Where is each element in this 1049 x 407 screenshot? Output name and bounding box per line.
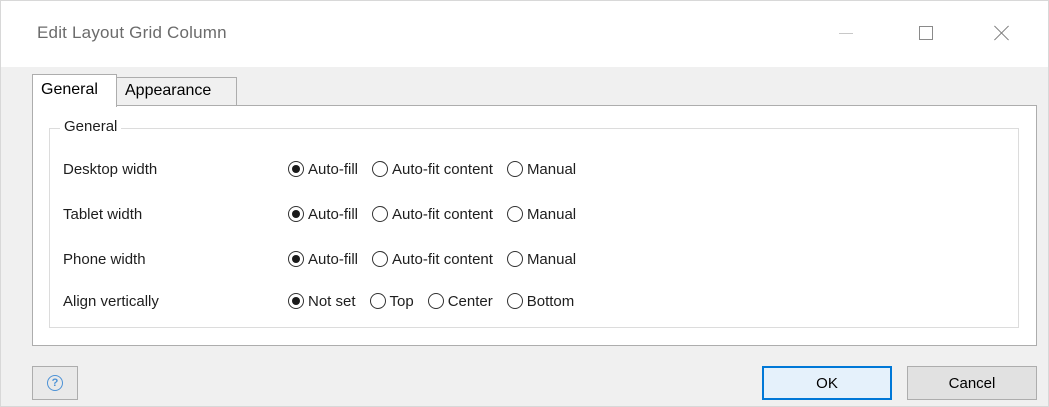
tab-panel-general: General Desktop width Auto-fill Auto-fit… (32, 105, 1037, 346)
radio-tablet-autofit[interactable] (372, 206, 389, 222)
groupbox-title: General (60, 118, 122, 135)
align-top-option[interactable]: Top (369, 292, 414, 310)
cancel-button[interactable]: Cancel (907, 366, 1037, 400)
tablet-autofill-option[interactable]: Auto-fill (288, 206, 358, 223)
desktop-width-label: Desktop width (63, 160, 158, 178)
radio-phone-manual[interactable] (506, 251, 523, 267)
dialog-window: Edit Layout Grid Column General Appearan… (0, 0, 1049, 407)
phone-manual-option[interactable]: Manual (506, 250, 577, 268)
desktop-autofit-option[interactable]: Auto-fit content (372, 161, 493, 178)
radio-desktop-autofill[interactable] (288, 161, 304, 177)
option-label: Manual (526, 250, 577, 268)
row-align-vertically: Align vertically Not set Top Center Bott… (63, 289, 588, 313)
option-label: Auto-fill (308, 160, 359, 178)
minimize-icon (839, 32, 853, 34)
option-label: Auto-fill (308, 250, 359, 268)
option-label: Auto-fit content (392, 160, 493, 178)
row-desktop-width: Desktop width Auto-fill Auto-fit content… (63, 157, 590, 181)
help-icon: ? (47, 375, 63, 391)
align-notset-option[interactable]: Not set (288, 293, 356, 310)
phone-autofit-option[interactable]: Auto-fit content (372, 251, 493, 268)
radio-align-center[interactable] (427, 293, 444, 309)
option-label: Bottom (526, 292, 575, 310)
radio-desktop-manual[interactable] (506, 161, 523, 177)
radio-desktop-autofit[interactable] (372, 161, 389, 177)
radio-align-bottom[interactable] (506, 293, 523, 309)
option-label: Center (447, 292, 493, 310)
option-label: Manual (526, 160, 577, 178)
tablet-width-label: Tablet width (63, 205, 143, 223)
radio-align-notset[interactable] (288, 293, 304, 309)
tab-general[interactable]: General (32, 74, 117, 107)
close-icon (994, 25, 1010, 41)
radio-tablet-manual[interactable] (506, 206, 523, 222)
ok-button[interactable]: OK (762, 366, 892, 400)
align-center-option[interactable]: Center (427, 292, 493, 310)
maximize-icon (919, 26, 933, 40)
align-vertically-label: Align vertically (63, 292, 159, 310)
close-button[interactable] (979, 13, 1025, 53)
desktop-autofill-option[interactable]: Auto-fill (288, 161, 358, 178)
option-label: Auto-fit content (392, 205, 493, 223)
tablet-manual-option[interactable]: Manual (506, 205, 577, 223)
option-label: Auto-fit content (392, 250, 493, 268)
radio-align-top[interactable] (369, 293, 386, 309)
option-label: Auto-fill (308, 205, 359, 223)
radio-tablet-autofill[interactable] (288, 206, 304, 222)
help-button[interactable]: ? (32, 366, 78, 400)
tab-appearance[interactable]: Appearance (117, 77, 237, 106)
general-groupbox: General Desktop width Auto-fill Auto-fit… (49, 118, 1019, 328)
minimize-button[interactable] (823, 13, 869, 53)
maximize-button[interactable] (903, 13, 949, 53)
option-label: Top (389, 292, 414, 310)
radio-phone-autofit[interactable] (372, 251, 389, 267)
align-bottom-option[interactable]: Bottom (506, 292, 575, 310)
tablet-autofit-option[interactable]: Auto-fit content (372, 206, 493, 223)
phone-width-label: Phone width (63, 250, 146, 268)
option-label: Manual (526, 205, 577, 223)
phone-autofill-option[interactable]: Auto-fill (288, 251, 358, 268)
desktop-manual-option[interactable]: Manual (506, 160, 577, 178)
radio-phone-autofill[interactable] (288, 251, 304, 267)
row-tablet-width: Tablet width Auto-fill Auto-fit content … (63, 202, 590, 226)
option-label: Not set (308, 292, 356, 310)
window-title: Edit Layout Grid Column (37, 23, 227, 42)
row-phone-width: Phone width Auto-fill Auto-fit content M… (63, 247, 590, 271)
title-bar: Edit Layout Grid Column (1, 1, 1048, 67)
